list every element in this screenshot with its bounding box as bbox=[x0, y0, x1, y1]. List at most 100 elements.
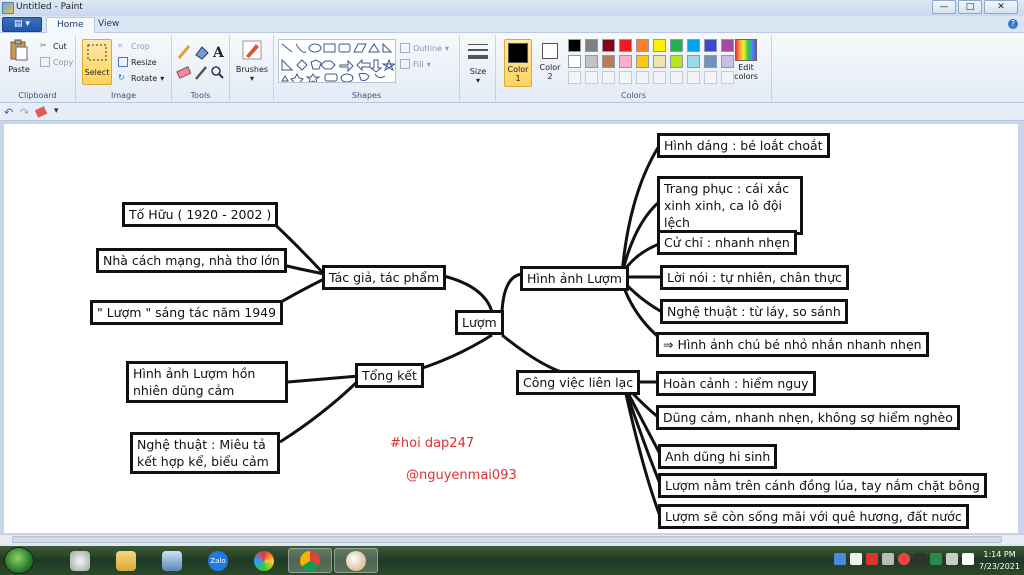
cut-button[interactable]: ✂ Cut bbox=[40, 41, 67, 51]
paint-palette-icon bbox=[346, 550, 366, 571]
eraser-icon[interactable] bbox=[176, 66, 192, 79]
outline-dropdown[interactable]: Outline ▾ bbox=[400, 43, 449, 53]
palette-swatch[interactable] bbox=[636, 39, 649, 52]
size-button[interactable]: Size ▾ bbox=[463, 41, 493, 85]
branch-hinh-anh: Hình ảnh Lượm bbox=[520, 266, 629, 291]
edit-colors-button[interactable]: Edit colors bbox=[732, 39, 760, 81]
palette-swatch[interactable] bbox=[602, 39, 615, 52]
mindmap-center: Lượm bbox=[455, 310, 504, 335]
palette-swatch[interactable] bbox=[704, 39, 717, 52]
palette-swatch-empty[interactable] bbox=[687, 71, 700, 84]
cong-viec-child-5: Lượm sẽ còn sống mãi với quê hương, đất … bbox=[658, 504, 969, 529]
cong-viec-child-3: Anh dũng hi sinh bbox=[658, 444, 778, 469]
palette-swatch[interactable] bbox=[670, 39, 683, 52]
palette-swatch[interactable] bbox=[687, 39, 700, 52]
resize-button[interactable]: Resize bbox=[118, 57, 157, 67]
rotate-button[interactable]: ↻ Rotate ▾ bbox=[118, 73, 164, 83]
canvas-area: Lượm Tác giả, tác phẩm Tố Hữu ( 1920 - 2… bbox=[0, 121, 1024, 534]
palette-swatch-empty[interactable] bbox=[670, 71, 683, 84]
pencil-icon[interactable] bbox=[177, 45, 191, 59]
customize-qat-icon[interactable]: ▾ bbox=[54, 106, 65, 117]
taskbar-snipping-tool[interactable] bbox=[58, 548, 102, 573]
tray-icon-3[interactable] bbox=[866, 553, 878, 565]
tac-gia-child-1: Tố Hữu ( 1920 - 2002 ) bbox=[122, 202, 279, 227]
tray-icon-6[interactable] bbox=[914, 553, 926, 565]
tray-icon-9[interactable] bbox=[962, 553, 974, 565]
tray-icon-7[interactable] bbox=[930, 553, 942, 565]
palette-swatch-empty[interactable] bbox=[602, 71, 615, 84]
taskbar-chrome[interactable] bbox=[288, 548, 332, 573]
paint-app-icon[interactable] bbox=[2, 2, 14, 14]
text-tool-icon[interactable]: A bbox=[212, 45, 225, 61]
color2-swatch bbox=[542, 43, 558, 59]
drawing-canvas[interactable]: Lượm Tác giả, tác phẩm Tố Hữu ( 1920 - 2… bbox=[4, 124, 1018, 533]
palette-swatch[interactable] bbox=[619, 55, 632, 68]
taskbar-app[interactable] bbox=[242, 548, 286, 573]
palette-swatch-empty[interactable] bbox=[585, 71, 598, 84]
brushes-button[interactable]: Brushes ▾ bbox=[234, 39, 270, 83]
zalo-icon: Zalo bbox=[208, 550, 228, 571]
copy-button[interactable]: Copy bbox=[40, 57, 73, 67]
color1-swatch bbox=[508, 43, 528, 63]
palette-swatch-empty[interactable] bbox=[636, 71, 649, 84]
palette-swatch-empty[interactable] bbox=[653, 71, 666, 84]
paste-button[interactable]: Paste bbox=[4, 39, 34, 74]
palette-swatch-empty[interactable] bbox=[619, 71, 632, 84]
color2-button[interactable]: Color 2 bbox=[536, 41, 564, 81]
palette-swatch[interactable] bbox=[619, 39, 632, 52]
undo-icon[interactable]: ↶ bbox=[4, 106, 15, 119]
taskbar-paint[interactable] bbox=[334, 548, 378, 573]
close-button[interactable]: ✕ bbox=[984, 0, 1018, 14]
palette-swatch[interactable] bbox=[704, 55, 717, 68]
color1-button[interactable]: Color 1 bbox=[504, 39, 532, 87]
color-picker-icon[interactable] bbox=[195, 66, 207, 80]
start-button[interactable] bbox=[4, 547, 34, 574]
palette-swatch[interactable] bbox=[568, 55, 581, 68]
tray-icon-1[interactable] bbox=[834, 553, 846, 565]
file-menu-button[interactable]: ▤ ▾ bbox=[2, 17, 42, 32]
palette-swatch[interactable] bbox=[568, 39, 581, 52]
magnifier-icon[interactable] bbox=[211, 66, 224, 79]
palette-swatch[interactable] bbox=[602, 55, 615, 68]
windows-taskbar: Zalo 1:14 PM 7/23/2021 bbox=[0, 546, 1024, 575]
palette-swatch[interactable] bbox=[687, 55, 700, 68]
network-icon[interactable] bbox=[946, 553, 958, 565]
crop-button[interactable]: ⌗ Crop bbox=[118, 41, 150, 51]
palette-swatch[interactable] bbox=[585, 39, 598, 52]
palette-swatch-empty[interactable] bbox=[704, 71, 717, 84]
palette-swatch[interactable] bbox=[653, 55, 666, 68]
select-rectangle-icon bbox=[87, 44, 107, 61]
image-group: Select ⌗ Crop Resize ↻ Rotate ▾ Image bbox=[76, 35, 172, 101]
shapes-gallery[interactable] bbox=[278, 39, 397, 87]
palette-swatch-empty[interactable] bbox=[568, 71, 581, 84]
palette-swatch[interactable] bbox=[585, 55, 598, 68]
cong-viec-child-4: Lượm nằm trên cánh đồng lúa, tay nắm chặ… bbox=[658, 473, 987, 498]
horizontal-scrollbar[interactable] bbox=[0, 534, 1024, 544]
palette-swatch[interactable] bbox=[636, 55, 649, 68]
tray-icon-2[interactable] bbox=[850, 553, 862, 565]
scrollbar-thumb[interactable] bbox=[12, 536, 1002, 543]
taskbar-zalo[interactable]: Zalo bbox=[196, 548, 240, 573]
eraser-quick-icon[interactable] bbox=[34, 106, 48, 118]
tray-icon-5[interactable] bbox=[898, 553, 910, 565]
minimize-button[interactable]: — bbox=[932, 0, 956, 14]
maximize-button[interactable]: □ bbox=[958, 0, 982, 14]
palette-swatch[interactable] bbox=[670, 55, 683, 68]
clipboard-icon bbox=[10, 39, 28, 61]
hinh-anh-child-1: Hình dáng : bé loắt choắt bbox=[657, 133, 830, 158]
title-bar: Untitled - Paint — □ ✕ bbox=[0, 0, 1024, 16]
select-button[interactable]: Select bbox=[82, 39, 112, 85]
help-icon[interactable]: ? bbox=[1008, 19, 1018, 29]
colors-group: Color 1 Color 2 Edit colors Colors bbox=[496, 35, 772, 101]
palette-swatch[interactable] bbox=[653, 39, 666, 52]
branch-tac-gia: Tác giả, tác phẩm bbox=[322, 265, 447, 290]
clock[interactable]: 1:14 PM 7/23/2021 bbox=[979, 549, 1020, 573]
fill-bucket-icon[interactable] bbox=[195, 46, 209, 60]
fill-dropdown[interactable]: Fill ▾ bbox=[400, 59, 431, 69]
tab-view[interactable]: View bbox=[88, 17, 129, 33]
redo-icon[interactable]: ↷ bbox=[20, 106, 31, 119]
volume-icon[interactable] bbox=[882, 553, 894, 565]
taskbar-explorer[interactable] bbox=[104, 548, 148, 573]
system-tray bbox=[834, 553, 974, 565]
taskbar-computer[interactable] bbox=[150, 548, 194, 573]
